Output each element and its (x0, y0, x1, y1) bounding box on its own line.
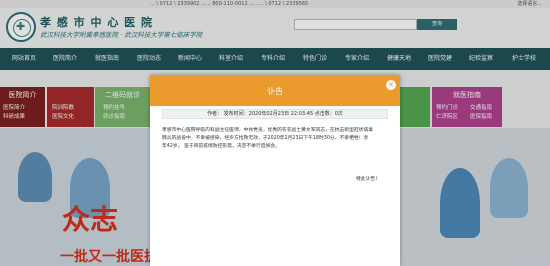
body-line: 年42岁。 鉴于目前疫情防控形势，决定不举行追悼会。 (162, 144, 280, 149)
close-icon[interactable]: ✕ (386, 80, 396, 90)
body-line: 肺炎的战役中，不幸被感染，经多方抢救无效，于2020年2月23日下午18时30分… (162, 136, 369, 141)
obituary-dialog: 讣告 ✕ 作者： 发布时间：2020年02月23日 22:03:45 点击数：0… (150, 75, 400, 266)
body-line: 孝感市中心医院呼吸内科副主任医师，中共党员，优秀的农农战士黄文军同志，在抗击新型… (162, 128, 374, 133)
dialog-title: 讣告 (267, 87, 283, 96)
dialog-signature: 特此讣告！ (356, 177, 380, 182)
dialog-header: 讣告 ✕ (150, 75, 400, 106)
article-meta: 作者： 发布时间：2020年02月23日 22:03:45 点击数：0次 (162, 109, 388, 119)
dialog-body: 孝感市中心医院呼吸内科副主任医师，中共党员，优秀的农农战士黄文军同志，在抗击新型… (162, 127, 386, 151)
